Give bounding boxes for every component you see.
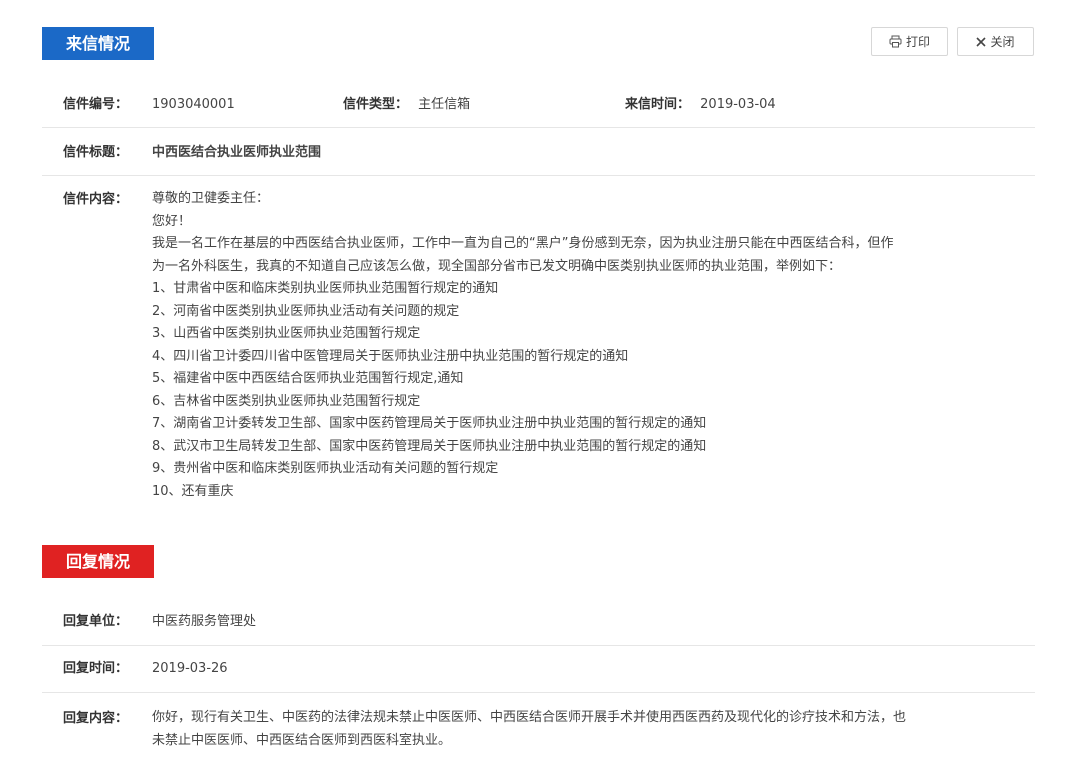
content-line: 2、河南省中医类别执业医师执业活动有关问题的规定	[152, 303, 460, 319]
letter-content-label: 信件内容：	[63, 192, 129, 207]
reply-date-label: 回复时间：	[63, 661, 129, 676]
content-line: 4、四川省卫计委四川省中医管理局关于医师执业注册中执业范围的暂行规定的通知	[152, 348, 629, 364]
divider	[42, 645, 1035, 646]
content-line: 为一名外科医生，我真的不知道自己应该怎么做，现全国部分省市已发文明确中医类别执业…	[152, 258, 842, 274]
letter-meta-row: 信件编号： 1903040001 信件类型： 主任信箱 来信时间： 2019-0…	[42, 93, 1035, 116]
letter-title-row: 信件标题： 中西医结合执业医师执业范围	[42, 141, 1035, 164]
close-icon	[976, 36, 987, 47]
letter-detail-page: 来信情况 打印 关闭 信件编号： 1903040001 信件类型： 主任信箱 来…	[0, 0, 1080, 760]
divider	[42, 692, 1035, 693]
letter-content-body: 尊敬的卫健委主任： 您好！ 我是一名工作在基层的中西医结合执业医师，工作中一直为…	[152, 188, 1030, 503]
letter-section-badge: 来信情况	[42, 27, 154, 60]
reply-date-value: 2019-03-26	[152, 661, 228, 676]
print-button[interactable]: 打印	[871, 27, 948, 56]
reply-content-body: 你好，现行有关卫生、中医药的法律法规未禁止中医医师、中西医结合医师开展手术并使用…	[152, 707, 1030, 752]
divider	[42, 175, 1035, 176]
reply-content-line: 你好，现行有关卫生、中医药的法律法规未禁止中医医师、中西医结合医师开展手术并使用…	[152, 710, 907, 725]
letter-date-value: 2019-03-04	[700, 97, 776, 112]
letter-type-group: 信件类型： 主任信箱	[343, 93, 470, 116]
content-line: 10、还有重庆	[152, 483, 234, 499]
letter-title-label: 信件标题：	[63, 145, 129, 160]
content-line: 6、吉林省中医类别执业医师执业范围暂行规定	[152, 393, 421, 409]
content-line: 7、湖南省卫计委转发卫生部、国家中医药管理局关于医师执业注册中执业范围的暂行规定…	[152, 416, 707, 431]
print-button-label: 打印	[905, 35, 930, 49]
close-button[interactable]: 关闭	[957, 27, 1034, 56]
content-line: 5、福建省中医中西医结合医师执业范围暂行规定,通知	[152, 371, 464, 386]
content-line: 9、贵州省中医和临床类别医师执业活动有关问题的暂行规定	[152, 461, 499, 476]
letter-number-label: 信件编号：	[63, 97, 129, 112]
reply-unit-value: 中医药服务管理处	[152, 614, 257, 629]
divider	[42, 127, 1035, 128]
reply-content-label: 回复内容：	[63, 711, 129, 726]
reply-unit-row: 回复单位： 中医药服务管理处	[42, 610, 1035, 633]
reply-unit-label: 回复单位：	[63, 614, 129, 629]
letter-type-value: 主任信箱	[418, 97, 471, 112]
printer-icon	[889, 35, 902, 48]
content-line: 我是一名工作在基层的中西医结合执业医师，工作中一直为自己的“黑户”身份感到无奈，…	[152, 236, 894, 251]
content-line: 尊敬的卫健委主任：	[152, 191, 270, 206]
letter-date-group: 来信时间： 2019-03-04	[625, 93, 776, 116]
content-line: 您好！	[152, 213, 192, 229]
close-button-label: 关闭	[990, 35, 1015, 49]
reply-content-line: 未禁止中医医师、中西医结合医师到西医科室执业。	[152, 732, 452, 748]
reply-section-badge: 回复情况	[42, 545, 154, 578]
letter-date-label: 来信时间：	[625, 97, 691, 112]
letter-type-label: 信件类型：	[343, 97, 409, 112]
content-line: 3、山西省中医类别执业医师执业范围暂行规定	[152, 326, 421, 341]
letter-title-value: 中西医结合执业医师执业范围	[152, 145, 322, 160]
letter-number-value: 1903040001	[152, 97, 235, 112]
content-line: 8、武汉市卫生局转发卫生部、国家中医药管理局关于医师执业注册中执业范围的暂行规定…	[152, 438, 707, 454]
content-line: 1、甘肃省中医和临床类别执业医师执业范围暂行规定的通知	[152, 281, 499, 296]
reply-date-row: 回复时间： 2019-03-26	[42, 657, 1035, 680]
